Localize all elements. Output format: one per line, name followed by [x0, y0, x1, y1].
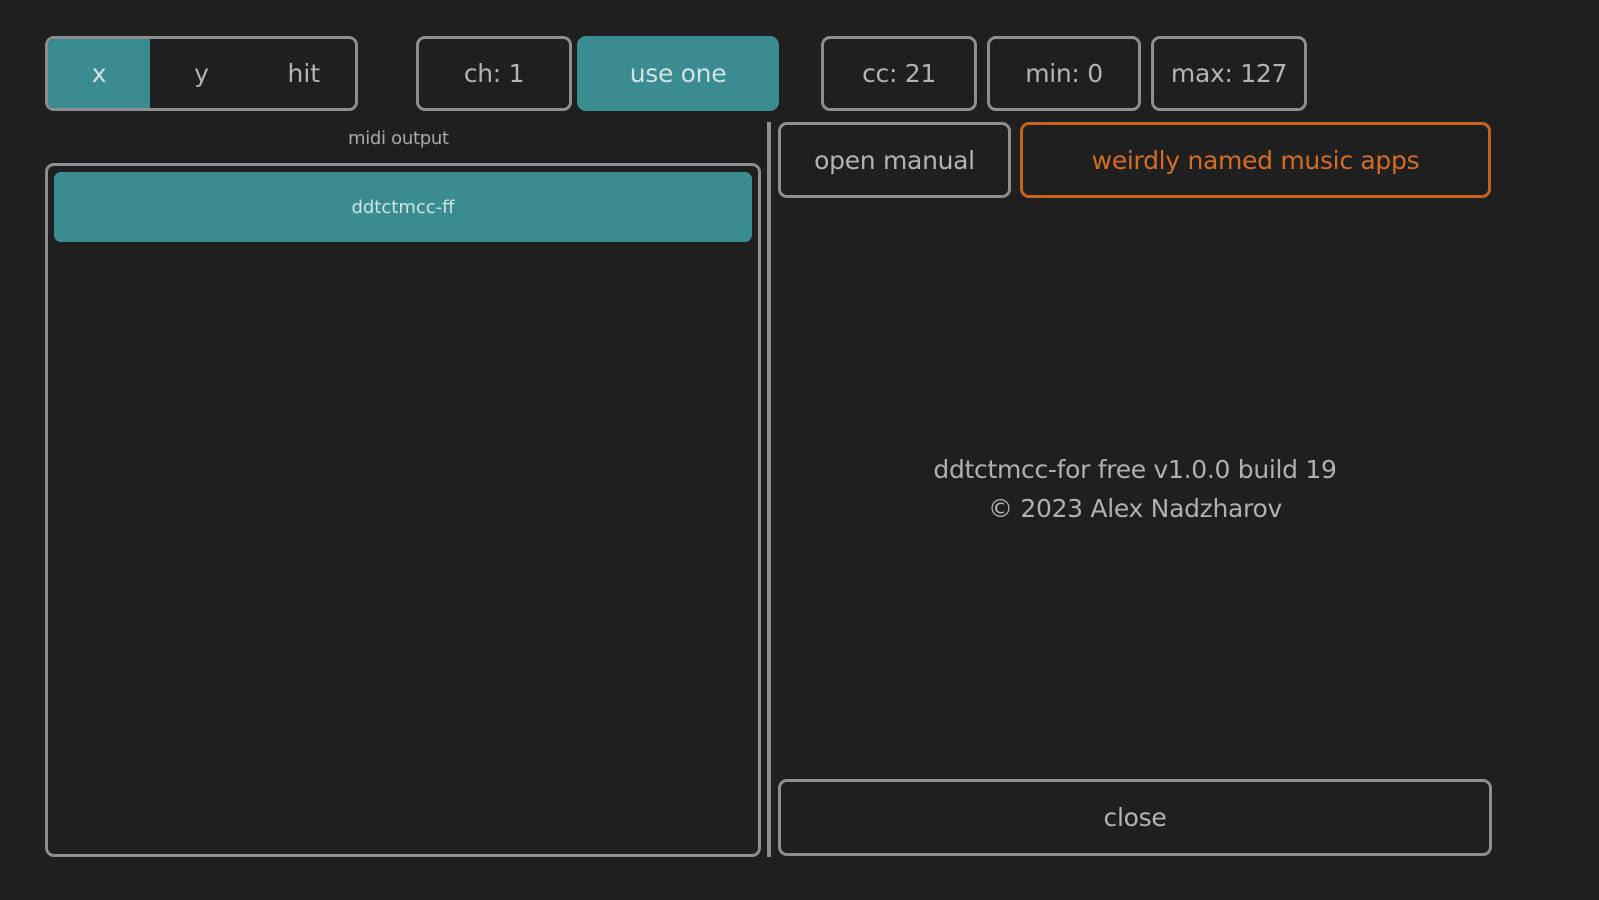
close-button[interactable]: close	[778, 779, 1492, 856]
axis-option-hit[interactable]: hit	[253, 39, 355, 108]
midi-device-item[interactable]: ddtctmcc-ff	[54, 172, 752, 242]
max-button[interactable]: max: 127	[1151, 36, 1307, 111]
music-apps-link-button[interactable]: weirdly named music apps	[1020, 122, 1491, 198]
midi-output-heading: midi output	[348, 128, 449, 149]
settings-screen: x y hit ch: 1 use one cc: 21 min: 0 max:…	[0, 0, 1599, 900]
midi-output-list: ddtctmcc-ff	[45, 163, 761, 857]
axis-selector: x y hit	[45, 36, 358, 111]
cc-button[interactable]: cc: 21	[821, 36, 977, 111]
version-text: ddtctmcc-for free v1.0.0 build 19	[933, 455, 1337, 484]
use-one-button[interactable]: use one	[577, 36, 779, 111]
panel-divider	[767, 122, 771, 857]
channel-button[interactable]: ch: 1	[416, 36, 572, 111]
copyright-text: © 2023 Alex Nadzharov	[988, 494, 1282, 523]
open-manual-button[interactable]: open manual	[778, 122, 1011, 198]
min-button[interactable]: min: 0	[987, 36, 1141, 111]
about-info: ddtctmcc-for free v1.0.0 build 19 © 2023…	[780, 450, 1490, 528]
axis-option-y[interactable]: y	[150, 39, 252, 108]
axis-option-x[interactable]: x	[48, 39, 151, 108]
